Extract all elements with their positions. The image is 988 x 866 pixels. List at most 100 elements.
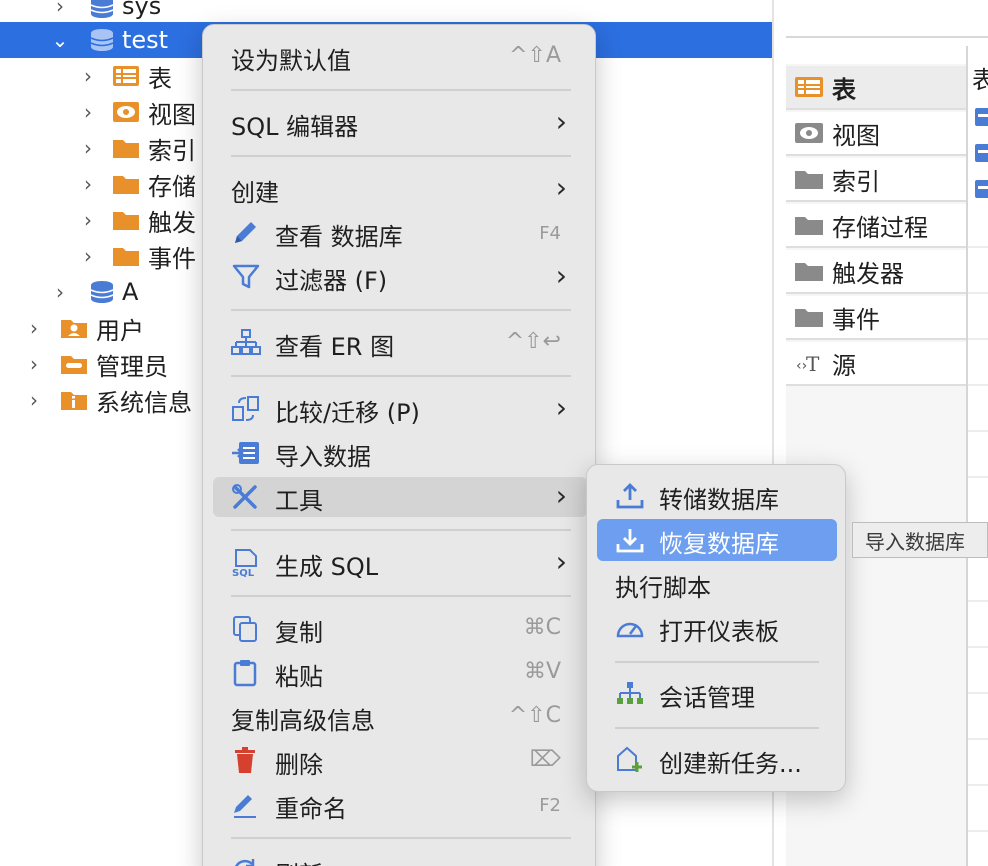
tree-item-label: 系统信息: [96, 388, 192, 417]
menu-item-paste[interactable]: 粘贴 ⌘V: [213, 653, 587, 693]
view-icon: [113, 102, 139, 122]
submenu-item-label: 创建新任务...: [659, 750, 802, 778]
row-line: [968, 692, 988, 694]
chevron-right-icon[interactable]: ›: [24, 388, 44, 412]
menu-item-label: 删除: [275, 751, 323, 779]
menu-item-copy[interactable]: 复制 ⌘C: [213, 609, 587, 649]
tree-item-label: 存储: [148, 172, 196, 201]
app-window: › sys ⌄ test › 表 › 视图 › 索引 › 存储 › 触发 › 事…: [0, 0, 988, 866]
chevron-right-icon[interactable]: ›: [50, 0, 70, 18]
submenu-item-dump-database[interactable]: 转储数据库: [597, 475, 837, 517]
menu-item-label: SQL 编辑器: [231, 113, 359, 141]
menu-item-tools[interactable]: 工具 ›: [213, 477, 587, 517]
menu-item-compare[interactable]: 比较/迁移 (P) ›: [213, 389, 587, 429]
tab-triggers[interactable]: 触发器: [786, 250, 966, 294]
tree-item-sys[interactable]: › sys: [0, 0, 772, 24]
folder-icon: [795, 217, 823, 235]
menu-item-generate-sql[interactable]: SQL 生成 SQL ›: [213, 543, 587, 583]
shortcut-label: F2: [539, 795, 561, 816]
menu-item-copy-advanced[interactable]: 复制高级信息 ^⇧C: [213, 697, 587, 737]
shortcut-label: ⌘C: [523, 615, 561, 640]
chevron-right-icon: ›: [555, 105, 567, 138]
submenu-item-create-task[interactable]: 创建新任务...: [597, 739, 837, 781]
menu-separator: [231, 595, 571, 597]
chevron-right-icon[interactable]: ›: [78, 244, 98, 268]
tab-source[interactable]: ‹› T 源: [786, 342, 966, 386]
chevron-right-icon[interactable]: ›: [24, 316, 44, 340]
tools-submenu: 转储数据库 恢复数据库 执行脚本 打开仪表板 会话管理 创建新任务...: [586, 464, 846, 792]
chevron-right-icon[interactable]: ›: [50, 280, 70, 304]
database-icon: [90, 29, 114, 51]
menu-item-label: 重命名: [275, 795, 347, 823]
submenu-item-label: 转储数据库: [659, 486, 779, 514]
tree-item-label: sys: [122, 0, 162, 20]
panel-divider-line: [786, 36, 988, 38]
tab-tables[interactable]: 表: [786, 66, 966, 110]
menu-item-view-er[interactable]: 查看 ER 图 ^⇧↩: [213, 323, 587, 363]
tree-item-label: 事件: [148, 244, 196, 273]
menu-item-set-default[interactable]: 设为默认值 ^⇧A: [213, 37, 587, 77]
folder-icon: [795, 263, 823, 281]
shortcut-label: ⌘V: [523, 659, 561, 684]
chevron-right-icon[interactable]: ›: [78, 136, 98, 160]
menu-item-filter[interactable]: 过滤器 (F) ›: [213, 257, 587, 297]
tab-label: 存储过程: [832, 213, 928, 242]
chevron-down-icon[interactable]: ⌄: [50, 28, 70, 52]
menu-item-delete[interactable]: 删除 ⌦: [213, 741, 587, 781]
tree-item-label: 表: [148, 64, 172, 93]
menu-item-label: 创建: [231, 179, 279, 207]
submenu-item-restore-database[interactable]: 恢复数据库: [597, 519, 837, 561]
svg-text:SQL: SQL: [232, 568, 255, 577]
submenu-item-run-script[interactable]: 执行脚本: [597, 563, 837, 605]
database-icon: [90, 281, 114, 303]
shortcut-label: ⌦: [529, 747, 561, 772]
submenu-item-label: 恢复数据库: [659, 530, 779, 558]
tab-indexes[interactable]: 索引: [786, 158, 966, 202]
source-icon: ‹› T: [796, 352, 820, 376]
row-line: [968, 246, 988, 248]
shortcut-label: ^⇧C: [508, 703, 561, 728]
chevron-right-icon[interactable]: ›: [78, 100, 98, 124]
menu-item-refresh[interactable]: 刷新: [213, 851, 587, 866]
folder-icon: [113, 140, 139, 158]
menu-item-label: 查看 数据库: [275, 223, 403, 251]
tree-item-label: test: [122, 26, 169, 54]
tree-item-label: A: [122, 278, 139, 306]
submenu-item-open-dashboard[interactable]: 打开仪表板: [597, 607, 837, 649]
tab-events[interactable]: 事件: [786, 296, 966, 340]
tab-procedures[interactable]: 存储过程: [786, 204, 966, 248]
menu-separator: [231, 837, 571, 839]
chevron-right-icon[interactable]: ›: [24, 352, 44, 376]
submenu-item-session-manager[interactable]: 会话管理: [597, 673, 837, 715]
menu-item-sql-editor[interactable]: SQL 编辑器 ›: [213, 103, 587, 143]
menu-separator: [231, 309, 571, 311]
column-divider[interactable]: [966, 46, 968, 866]
menu-item-view-database[interactable]: 查看 数据库 F4: [213, 213, 587, 253]
er-diagram-icon: [231, 329, 261, 355]
folder-icon: [113, 248, 139, 266]
chevron-right-icon[interactable]: ›: [78, 208, 98, 232]
pencil-icon: [235, 222, 256, 243]
menu-item-import-data[interactable]: 导入数据: [213, 433, 587, 473]
folder-icon: [795, 309, 823, 327]
menu-item-label: 刷新: [275, 855, 323, 866]
database-icon: [90, 0, 114, 18]
menu-item-label: 设为默认值: [231, 47, 351, 75]
admin-icon: [61, 356, 87, 374]
tools-icon: [232, 484, 257, 509]
tab-views[interactable]: 视图: [786, 112, 966, 156]
menu-item-create[interactable]: 创建 ›: [213, 169, 587, 209]
svg-text:T: T: [806, 352, 820, 376]
context-menu: 设为默认值 ^⇧A SQL 编辑器 › 创建 › 查看 数据库 F4 过滤器 (…: [202, 24, 596, 866]
compare-icon: [232, 396, 259, 421]
menu-separator: [231, 529, 571, 531]
menu-item-label: 导入数据: [275, 443, 371, 471]
filter-icon: [232, 264, 260, 289]
upload-icon: [616, 483, 644, 509]
menu-item-rename[interactable]: 重命名 F2: [213, 785, 587, 825]
chevron-right-icon[interactable]: ›: [78, 64, 98, 88]
view-icon: [795, 123, 823, 143]
row-line: [968, 430, 988, 432]
chevron-right-icon[interactable]: ›: [78, 172, 98, 196]
chevron-right-icon: ›: [555, 259, 567, 292]
